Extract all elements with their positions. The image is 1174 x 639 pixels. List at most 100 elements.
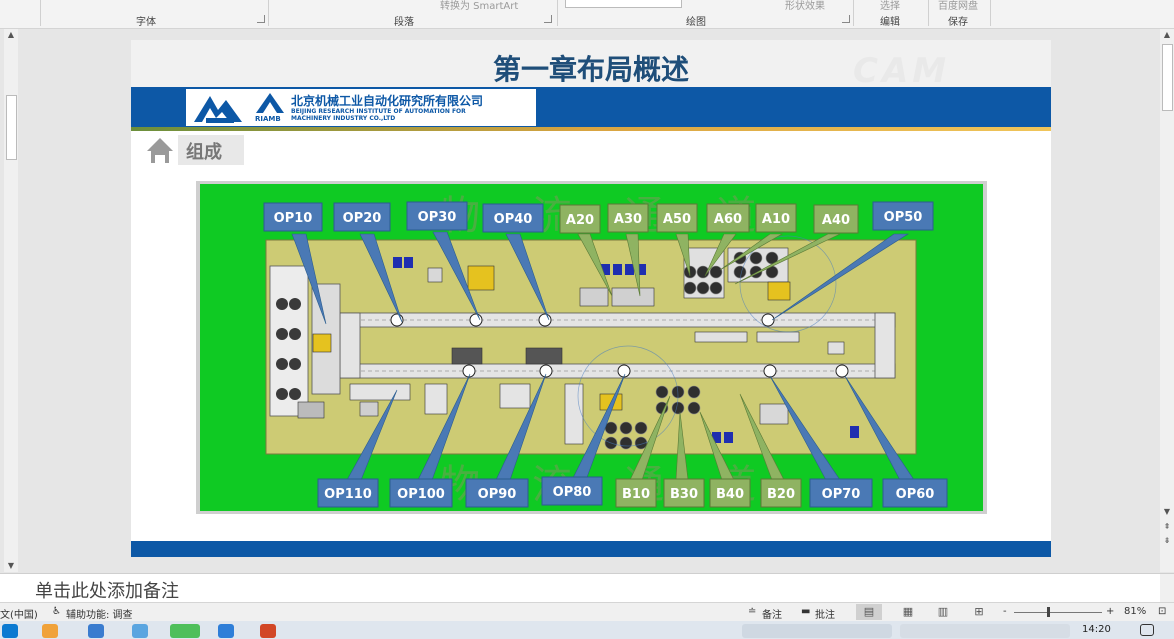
footer-band bbox=[131, 541, 1051, 557]
station-label-b40: B40 bbox=[716, 487, 744, 502]
start-icon[interactable] bbox=[2, 624, 18, 638]
accessibility-status[interactable]: 辅助功能: 调查 bbox=[66, 606, 133, 621]
comments-icon[interactable]: ▬ bbox=[801, 606, 810, 617]
zoom-slider-thumb[interactable] bbox=[1047, 607, 1050, 617]
slide-sorter-icon[interactable]: ▦ bbox=[895, 604, 921, 620]
taskbar: 14:20 bbox=[0, 621, 1174, 639]
firefox-icon[interactable] bbox=[42, 624, 58, 638]
notes-icon[interactable]: ≐ bbox=[748, 606, 756, 617]
ribbon-select-cutoff[interactable]: 选择 bbox=[880, 0, 900, 12]
app-icon[interactable] bbox=[88, 624, 104, 638]
notification-icon[interactable] bbox=[1140, 624, 1154, 636]
company-name-cn: 北京机械工业自动化研究所有限公司 bbox=[291, 94, 484, 108]
ribbon-baidu-cutoff[interactable]: 百度网盘 bbox=[938, 0, 978, 12]
app-icon[interactable] bbox=[218, 624, 234, 638]
slide[interactable]: CAM 第一章布局概述 RIAMB 北京机械工业自动化研究所有限公司 BEIJI… bbox=[131, 40, 1051, 557]
layout-diagram-frame[interactable]: 物 流 通 道 物 流 通 道 bbox=[196, 181, 987, 514]
system-tray-icons[interactable] bbox=[900, 624, 1070, 638]
station-label-op10: OP10 bbox=[274, 211, 313, 226]
slide-title[interactable]: 第一章布局概述 bbox=[131, 48, 1051, 88]
station-label-b30: B30 bbox=[670, 487, 698, 502]
station-label-op60: OP60 bbox=[896, 487, 935, 502]
ribbon-separator bbox=[928, 0, 929, 26]
ribbon: 转换为 SmartArt 形状效果 选择 百度网盘 字体 段落 绘图 编辑 保存 bbox=[0, 0, 1174, 29]
powerpoint-icon[interactable] bbox=[260, 624, 276, 638]
scroll-up-icon[interactable]: ▲ bbox=[4, 29, 18, 41]
station-label-op80: OP80 bbox=[553, 485, 592, 500]
station-label-op70: OP70 bbox=[822, 487, 861, 502]
editor-area: ▲ ▼ ▲ ▼ ⇞ ⇟ CAM 第一章布局概述 RIAMB 北京机械工业自动化研… bbox=[0, 29, 1174, 572]
station-label-a40: A40 bbox=[822, 213, 850, 228]
font-dialog-launcher-icon[interactable] bbox=[257, 15, 265, 23]
left-scrollbar[interactable]: ▲ ▼ bbox=[4, 29, 18, 572]
station-label-b10: B10 bbox=[622, 487, 650, 502]
scroll-down-icon[interactable]: ▼ bbox=[4, 560, 18, 572]
scroll-up-icon[interactable]: ▲ bbox=[1160, 29, 1174, 41]
station-label-op100: OP100 bbox=[397, 487, 445, 502]
drawing-dialog-launcher-icon[interactable] bbox=[842, 15, 850, 23]
arrange-dropdown[interactable] bbox=[565, 0, 682, 8]
company-name-en-line1: BEIJING RESEARCH INSTITUTE OF AUTOMATION… bbox=[291, 108, 466, 115]
ribbon-group-drawing: 绘图 bbox=[686, 17, 706, 28]
station-label-b20: B20 bbox=[767, 487, 795, 502]
zoom-slider[interactable] bbox=[1014, 612, 1102, 613]
section-house-icon bbox=[147, 138, 173, 163]
ribbon-smartart-cutoff[interactable]: 转换为 SmartArt bbox=[440, 0, 518, 12]
ribbon-group-save: 保存 bbox=[948, 17, 968, 28]
ribbon-separator bbox=[853, 0, 854, 26]
ribbon-separator bbox=[557, 0, 558, 26]
zoom-in-button[interactable]: + bbox=[1106, 606, 1114, 617]
station-label-op30: OP30 bbox=[418, 210, 457, 225]
ribbon-separator bbox=[990, 0, 991, 26]
station-label-a60: A60 bbox=[714, 212, 742, 227]
station-label-op90: OP90 bbox=[478, 487, 517, 502]
station-label-op50: OP50 bbox=[884, 210, 923, 225]
wechat-icon[interactable] bbox=[170, 624, 200, 638]
language-indicator[interactable]: 文(中国) bbox=[0, 606, 38, 621]
riamb-logo-icon bbox=[256, 93, 284, 113]
station-label-op20: OP20 bbox=[343, 211, 382, 226]
zoom-out-button[interactable]: - bbox=[1003, 606, 1007, 617]
notes-scrollbar[interactable] bbox=[1160, 574, 1174, 603]
station-label-a50: A50 bbox=[663, 212, 691, 227]
zoom-level[interactable]: 81% bbox=[1124, 606, 1146, 617]
notes-pane[interactable]: 单击此处添加备注 bbox=[0, 573, 1174, 603]
riamb-text: RIAMB bbox=[255, 115, 281, 123]
paragraph-dialog-launcher-icon[interactable] bbox=[544, 15, 552, 23]
input-method-tray[interactable] bbox=[742, 624, 892, 638]
fit-slide-icon[interactable]: ⊡ bbox=[1158, 606, 1166, 617]
layout-diagram: 物 流 通 道 物 流 通 道 bbox=[200, 184, 983, 511]
section-heading[interactable]: 组成 bbox=[178, 135, 244, 165]
normal-view-icon[interactable]: ▤ bbox=[856, 604, 882, 620]
ribbon-separator bbox=[268, 0, 269, 26]
ribbon-group-paragraph: 段落 bbox=[394, 17, 414, 28]
scroll-down-icon[interactable]: ▼ bbox=[1160, 506, 1174, 518]
previous-slide-icon[interactable]: ⇞ bbox=[1160, 521, 1174, 533]
station-label-a20: A20 bbox=[566, 213, 594, 228]
station-label-op40: OP40 bbox=[494, 212, 533, 227]
slideshow-icon[interactable]: ⊞ bbox=[966, 604, 992, 620]
scroll-thumb[interactable] bbox=[6, 95, 17, 160]
reading-view-icon[interactable]: ▥ bbox=[930, 604, 956, 620]
ribbon-group-font: 字体 bbox=[136, 17, 156, 28]
company-logo-block: RIAMB 北京机械工业自动化研究所有限公司 BEIJING RESEARCH … bbox=[186, 89, 536, 126]
station-label-a30: A30 bbox=[614, 212, 642, 227]
notes-placeholder[interactable]: 单击此处添加备注 bbox=[35, 577, 179, 603]
company-name-en-line2: MACHINERY INDUSTRY CO.,LTD bbox=[291, 115, 396, 122]
app-icon[interactable] bbox=[132, 624, 148, 638]
accessibility-icon[interactable]: ♿ bbox=[52, 606, 61, 617]
comments-button[interactable]: 批注 bbox=[815, 606, 835, 621]
header-accent-line bbox=[131, 127, 1051, 131]
ribbon-group-editing: 编辑 bbox=[880, 17, 900, 28]
notes-button[interactable]: 备注 bbox=[762, 606, 782, 621]
right-scrollbar[interactable]: ▲ ▼ ⇞ ⇟ bbox=[1160, 29, 1174, 572]
next-slide-icon[interactable]: ⇟ bbox=[1160, 535, 1174, 547]
clock[interactable]: 14:20 bbox=[1082, 624, 1111, 635]
status-bar: 文(中国) ♿ 辅助功能: 调查 ≐ 备注 ▬ 批注 ▤ ▦ ▥ ⊞ - + 8… bbox=[0, 602, 1174, 622]
ribbon-shape-effect-cutoff[interactable]: 形状效果 bbox=[785, 0, 825, 12]
station-label-op110: OP110 bbox=[324, 487, 372, 502]
scroll-thumb[interactable] bbox=[1162, 44, 1173, 111]
station-label-a10: A10 bbox=[762, 212, 790, 227]
cam-logo-icon bbox=[194, 96, 242, 123]
ribbon-separator bbox=[40, 0, 41, 26]
